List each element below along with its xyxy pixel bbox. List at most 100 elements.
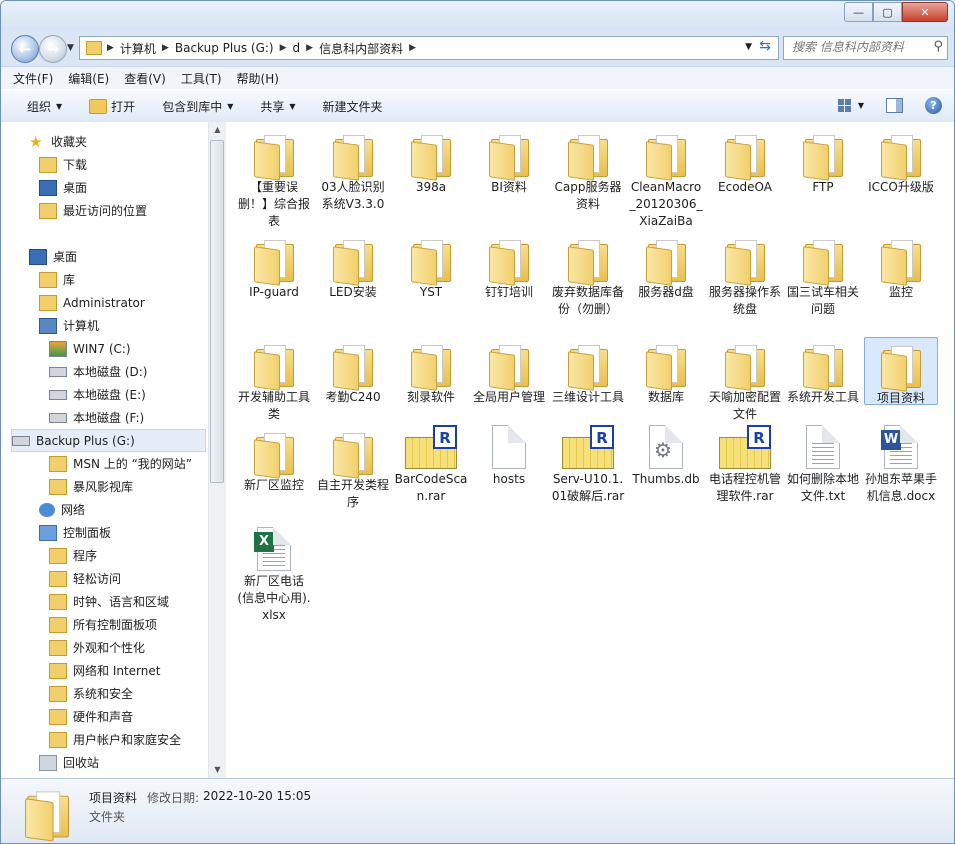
refresh-icon[interactable]: ⇆: [755, 38, 775, 56]
nav-scrollbar[interactable]: ▲ ▼: [208, 122, 226, 778]
menu-view[interactable]: 查看(V): [124, 70, 166, 87]
nav-item[interactable]: 最近访问的位置: [39, 199, 147, 222]
file-item[interactable]: X 新厂区电话(信息中心用).xlsx: [237, 527, 311, 624]
scroll-up-icon[interactable]: ▲: [209, 122, 226, 138]
search-input[interactable]: [784, 37, 927, 57]
file-item[interactable]: 监控: [864, 232, 938, 301]
nav-item[interactable]: 计算机: [39, 314, 99, 337]
back-button[interactable]: ←: [11, 35, 39, 63]
search-box[interactable]: ⚲: [783, 36, 948, 60]
share-button[interactable]: 共享 ▼: [260, 98, 295, 115]
nav-item[interactable]: 网络: [39, 498, 85, 521]
breadcrumb-separator-icon[interactable]: ▶: [106, 43, 115, 53]
nav-item[interactable]: WIN7 (C:): [49, 337, 131, 360]
nav-item[interactable]: 网络和 Internet: [49, 659, 160, 682]
file-item[interactable]: 废弃数据库备份（勿删）: [551, 232, 625, 318]
menu-file[interactable]: 文件(F): [13, 70, 53, 87]
scroll-thumb[interactable]: [210, 140, 224, 483]
file-item[interactable]: 03人脸识别系统V3.3.0: [316, 127, 390, 213]
breadcrumb-d[interactable]: d: [288, 41, 306, 55]
nav-item[interactable]: Backup Plus (G:): [11, 429, 206, 452]
nav-item[interactable]: 硬件和声音: [49, 705, 133, 728]
address-bar[interactable]: ▶ 计算机 ▶ Backup Plus (G:) ▶ d ▶ 信息科内部资料 ▶…: [79, 36, 779, 60]
file-item[interactable]: 全局用户管理: [472, 337, 546, 406]
close-button[interactable]: ✕: [902, 2, 948, 22]
file-item[interactable]: 自主开发类程序: [316, 425, 390, 511]
forward-button[interactable]: →: [39, 35, 67, 63]
file-item[interactable]: W 孙旭东苹果手机信息.docx: [864, 425, 938, 505]
nav-item[interactable]: 所有控制面板项: [49, 613, 157, 636]
nav-item[interactable]: 轻松访问: [49, 567, 121, 590]
file-item[interactable]: 系统开发工具: [786, 337, 860, 406]
file-item[interactable]: hosts: [472, 425, 546, 488]
file-item[interactable]: 【重要误删！】综合报表: [237, 127, 311, 230]
nav-item[interactable]: Administrator: [39, 291, 145, 314]
file-item[interactable]: BI资料: [472, 127, 546, 196]
minimize-button[interactable]: —: [844, 2, 873, 22]
view-dropdown-icon[interactable]: ▼: [858, 101, 864, 110]
breadcrumb-separator-icon[interactable]: ▶: [408, 43, 417, 53]
nav-item[interactable]: MSN 上的 “我的网站”: [49, 452, 192, 475]
file-item[interactable]: FTP: [786, 127, 860, 196]
breadcrumb-current-folder[interactable]: 信息科内部资料: [314, 40, 408, 57]
nav-item[interactable]: 用户帐户和家庭安全: [49, 728, 181, 751]
file-item[interactable]: 三维设计工具: [551, 337, 625, 406]
breadcrumb-computer[interactable]: 计算机: [115, 40, 161, 57]
search-icon[interactable]: ⚲: [933, 39, 943, 54]
file-item[interactable]: 钉钉培训: [472, 232, 546, 301]
nav-item[interactable]: 系统和安全: [49, 682, 133, 705]
nav-item[interactable]: 暴风影视库: [49, 475, 133, 498]
nav-item[interactable]: ★ 收藏夹: [29, 130, 87, 153]
nav-item[interactable]: 控制面板: [39, 521, 111, 544]
file-item[interactable]: 国三试车相关问题: [786, 232, 860, 318]
file-item[interactable]: ICCO升级版: [864, 127, 938, 196]
change-view-icon[interactable]: [837, 99, 852, 112]
help-icon[interactable]: ?: [925, 97, 942, 114]
history-dropdown-icon[interactable]: ▼: [67, 43, 74, 53]
breadcrumb-separator-icon[interactable]: ▶: [305, 43, 314, 53]
nav-item[interactable]: 外观和个性化: [49, 636, 145, 659]
file-item[interactable]: LED安装: [316, 232, 390, 301]
open-button[interactable]: 打开: [89, 98, 135, 115]
scroll-down-icon[interactable]: ▼: [209, 762, 226, 778]
file-item[interactable]: 刻录软件: [394, 337, 468, 406]
nav-item[interactable]: 库: [39, 268, 75, 291]
include-in-library-button[interactable]: 包含到库中 ▼: [162, 98, 233, 115]
address-dropdown-icon[interactable]: ▼: [745, 42, 752, 52]
file-item[interactable]: CleanMacro_20120306_XiaZaiBa: [629, 127, 703, 230]
new-folder-button[interactable]: 新建文件夹: [323, 98, 383, 115]
nav-item[interactable]: 程序: [49, 544, 97, 567]
file-item[interactable]: 服务器d盘: [629, 232, 703, 301]
file-item[interactable]: 开发辅助工具类: [237, 337, 311, 423]
preview-pane-icon[interactable]: [886, 98, 903, 113]
nav-item[interactable]: 本地磁盘 (D:): [49, 360, 147, 383]
file-item[interactable]: 项目资料: [864, 337, 938, 405]
nav-item[interactable]: 桌面: [29, 245, 77, 268]
file-item[interactable]: YST: [394, 232, 468, 301]
file-item[interactable]: 天喻加密配置文件: [708, 337, 782, 423]
nav-item[interactable]: 本地磁盘 (F:): [49, 406, 144, 429]
menu-edit[interactable]: 编辑(E): [68, 70, 109, 87]
organize-button[interactable]: 组织 ▼: [27, 98, 62, 115]
nav-item[interactable]: 桌面: [39, 176, 87, 199]
breadcrumb-separator-icon[interactable]: ▶: [279, 43, 288, 53]
nav-item[interactable]: 回收站: [39, 751, 99, 774]
breadcrumb-drive[interactable]: Backup Plus (G:): [170, 41, 279, 55]
file-item[interactable]: R 电话程控机管理软件.rar: [708, 425, 782, 505]
file-item[interactable]: 数据库: [629, 337, 703, 406]
maximize-button[interactable]: ▢: [873, 2, 902, 22]
nav-item[interactable]: 时钟、语言和区域: [49, 590, 169, 613]
file-item[interactable]: IP-guard: [237, 232, 311, 301]
nav-item[interactable]: 下载: [39, 153, 87, 176]
file-item[interactable]: R Serv-U10.1.01破解后.rar: [551, 425, 625, 505]
menu-tools[interactable]: 工具(T): [181, 70, 222, 87]
file-item[interactable]: R BarCodeScan.rar: [394, 425, 468, 505]
file-item[interactable]: 如何删除本地文件.txt: [786, 425, 860, 505]
file-item[interactable]: 服务器操作系统盘: [708, 232, 782, 318]
file-item[interactable]: 398a: [394, 127, 468, 196]
breadcrumb-separator-icon[interactable]: ▶: [161, 43, 170, 53]
file-item[interactable]: 新厂区监控: [237, 425, 311, 494]
file-item[interactable]: ⚙ Thumbs.db: [629, 425, 703, 488]
file-item[interactable]: EcodeOA: [708, 127, 782, 196]
file-item[interactable]: 考勤C240: [316, 337, 390, 406]
